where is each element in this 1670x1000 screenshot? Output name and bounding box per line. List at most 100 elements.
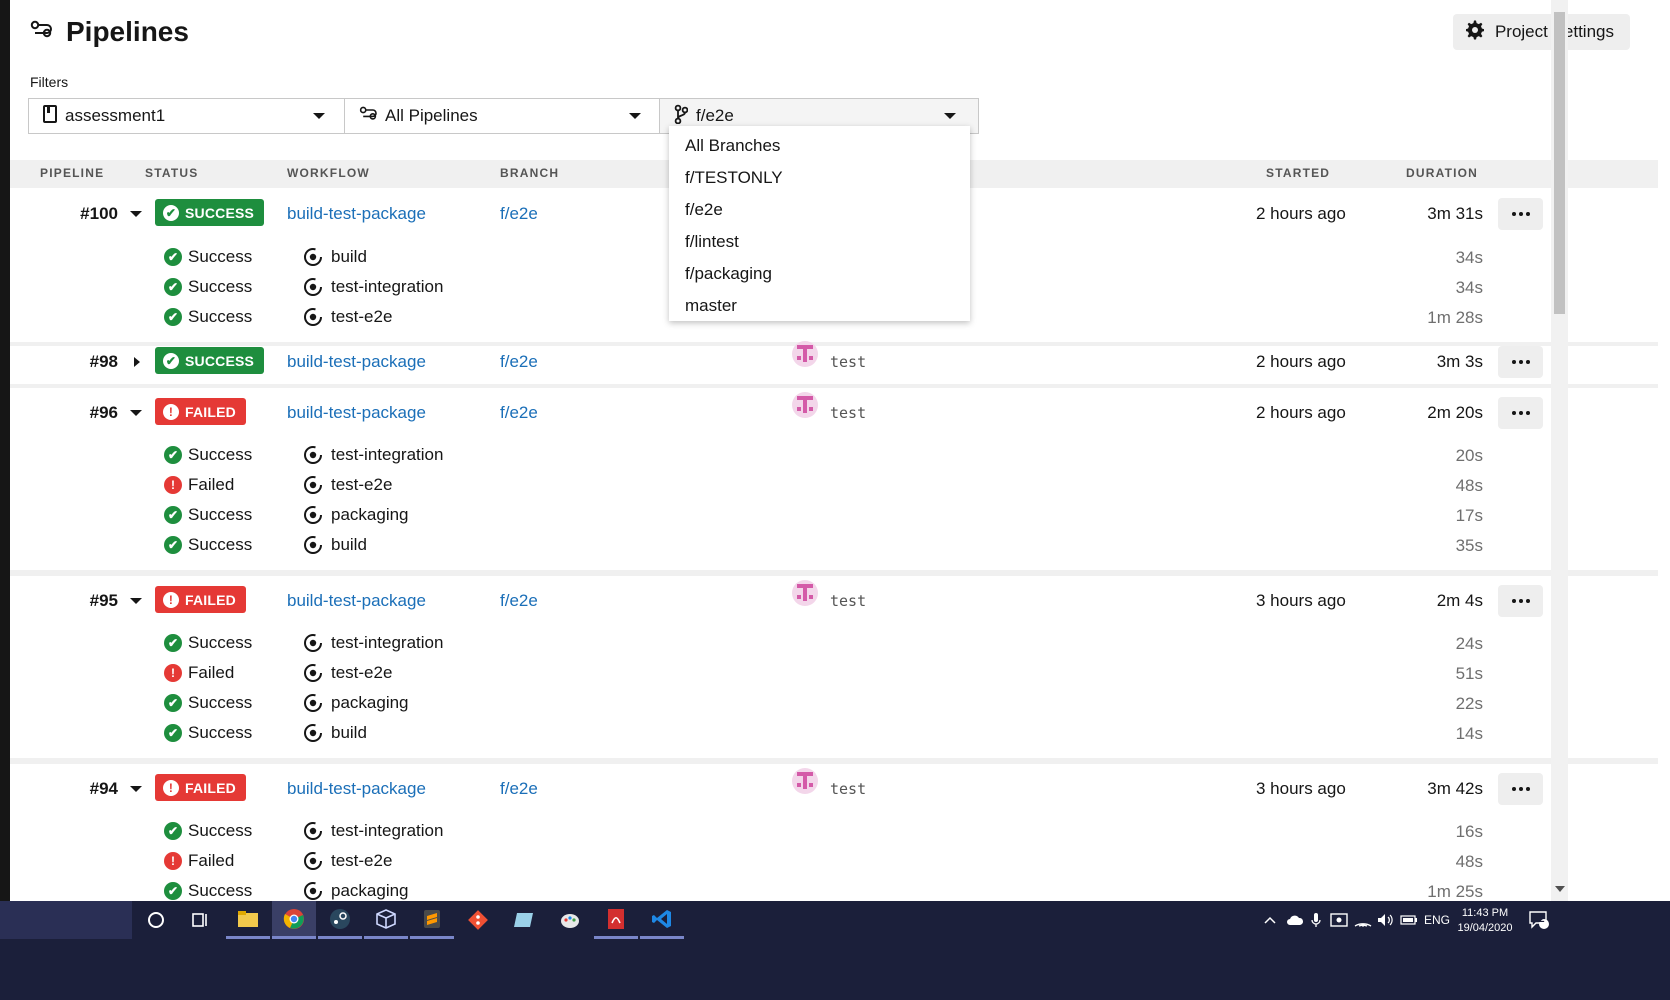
branch-option[interactable]: f/TESTONLY [685, 168, 783, 188]
job-status: ✔ Success [164, 821, 252, 841]
file-explorer-icon[interactable] [226, 901, 270, 939]
more-actions-button[interactable] [1498, 773, 1543, 805]
notes-icon[interactable] [502, 901, 546, 939]
chevron-down-icon[interactable] [130, 410, 142, 416]
sublime-icon[interactable] [410, 901, 454, 939]
workflow-link[interactable]: build-test-package [287, 779, 426, 799]
more-actions-button[interactable] [1498, 346, 1543, 378]
duration-value: 3m 31s [1427, 204, 1483, 223]
pipeline-row[interactable]: #94 ! FAILED build-test-package f/e2e te… [10, 768, 1658, 806]
chevron-down-icon[interactable] [130, 786, 142, 792]
job-row[interactable]: ✔ Success build 35s [10, 531, 1658, 563]
branch-link[interactable]: f/e2e [500, 779, 538, 799]
security-icon[interactable] [1330, 901, 1348, 939]
chevron-down-icon[interactable] [130, 211, 142, 217]
pipeline-row[interactable]: #95 ! FAILED build-test-package f/e2e te… [10, 580, 1658, 618]
job-row[interactable]: ✔ Success packaging 17s [10, 501, 1658, 533]
battery-icon[interactable] [1400, 901, 1418, 939]
alert-circle-icon: ! [163, 591, 179, 608]
check-circle-icon: ✔ [164, 506, 182, 524]
job-row[interactable]: ✔ Success test-integration 24s [10, 629, 1658, 661]
microphone-icon[interactable] [1310, 901, 1322, 939]
workflow-link[interactable]: build-test-package [287, 352, 426, 372]
branch-link[interactable]: f/e2e [500, 591, 538, 611]
scroll-down-arrow-icon[interactable] [1555, 886, 1565, 892]
branch-link[interactable]: f/e2e [500, 352, 538, 372]
job-name: test-e2e [303, 851, 392, 871]
steam-icon[interactable] [318, 901, 362, 939]
job-icon [304, 634, 322, 652]
job-row[interactable]: ✔ Success packaging 22s [10, 689, 1658, 721]
job-duration: 35s [1455, 536, 1483, 555]
chrome-icon[interactable] [272, 901, 316, 939]
job-name: build [303, 247, 367, 267]
job-icon [304, 724, 322, 742]
branch-option[interactable]: f/e2e [685, 200, 723, 220]
check-circle-icon: ✔ [164, 724, 182, 742]
duration-value: 2m 4s [1436, 591, 1483, 610]
scrollbar-thumb[interactable] [1554, 12, 1565, 314]
project-filter-select[interactable]: assessment1 [28, 98, 348, 134]
job-duration: 22s [1455, 694, 1483, 713]
search-icon[interactable] [134, 901, 178, 939]
branch-link[interactable]: f/e2e [500, 403, 538, 423]
pipeline-number: #98 [89, 352, 118, 371]
wifi-icon[interactable] [1354, 901, 1372, 939]
job-row[interactable]: ✔ Success test-integration 20s [10, 441, 1658, 473]
branch-link[interactable]: f/e2e [500, 204, 538, 224]
pipeline-group: #95 ! FAILED build-test-package f/e2e te… [10, 576, 1658, 758]
project-settings-button[interactable]: Project Settings [1452, 14, 1630, 50]
job-row[interactable]: ! Failed test-e2e 51s [10, 659, 1658, 691]
virtualbox-icon[interactable] [364, 901, 408, 939]
workflow-link[interactable]: build-test-package [287, 403, 426, 423]
job-status: ✔ Success [164, 881, 252, 901]
job-status: ✔ Success [164, 247, 252, 267]
more-actions-button[interactable] [1498, 585, 1543, 617]
pipeline-group: #98 ✔ SUCCESS build-test-package f/e2e t… [10, 341, 1658, 384]
job-row[interactable]: ✔ Success build 14s [10, 719, 1658, 751]
show-hidden-icons-icon[interactable] [1264, 901, 1276, 939]
job-row[interactable]: ✔ Success test-integration 16s [10, 817, 1658, 849]
job-row[interactable]: ! Failed test-e2e 48s [10, 847, 1658, 879]
more-actions-button[interactable] [1498, 397, 1543, 429]
pipeline-group: #96 ! FAILED build-test-package f/e2e te… [10, 388, 1658, 570]
more-actions-button[interactable] [1498, 198, 1543, 230]
job-duration: 34s [1455, 248, 1483, 267]
commit-user: test [830, 353, 867, 371]
onedrive-cloud-icon[interactable] [1286, 901, 1304, 939]
pipeline-row[interactable]: #98 ✔ SUCCESS build-test-package f/e2e t… [10, 341, 1658, 379]
workflow-link[interactable]: build-test-package [287, 591, 426, 611]
branch-option[interactable]: f/packaging [685, 264, 772, 284]
job-icon [304, 852, 322, 870]
volume-icon[interactable] [1376, 901, 1394, 939]
pipeline-number: #100 [80, 204, 118, 223]
branch-option[interactable]: master [685, 296, 737, 316]
acrobat-icon[interactable] [594, 901, 638, 939]
pipeline-number: #96 [89, 403, 118, 422]
job-row[interactable]: ! Failed test-e2e 48s [10, 471, 1658, 503]
notifications-icon[interactable]: 2 [1528, 901, 1550, 939]
job-status: ✔ Success [164, 277, 252, 297]
started-time: 3 hours ago [1256, 779, 1346, 798]
branch-option[interactable]: All Branches [685, 136, 780, 156]
task-view-icon[interactable] [178, 901, 222, 939]
chevron-right-icon[interactable] [134, 357, 140, 367]
job-status: ✔ Success [164, 505, 252, 525]
job-status: ✔ Success [164, 633, 252, 653]
pipeline-filter-value: All Pipelines [385, 106, 478, 125]
vertical-scrollbar[interactable] [1551, 0, 1568, 901]
taskbar-clock[interactable]: 11:43 PM 19/04/2020 [1450, 906, 1520, 936]
col-header-started: STARTED [1266, 166, 1331, 180]
chevron-down-icon[interactable] [130, 598, 142, 604]
pipeline-filter-select[interactable]: All Pipelines [344, 98, 664, 134]
vscode-icon[interactable] [640, 901, 684, 939]
language-indicator[interactable]: ENG [1424, 901, 1450, 939]
pipeline-row[interactable]: #96 ! FAILED build-test-package f/e2e te… [10, 392, 1658, 430]
branch-option[interactable]: f/lintest [685, 232, 739, 252]
check-circle-icon: ✔ [164, 822, 182, 840]
workflow-link[interactable]: build-test-package [287, 204, 426, 224]
git-icon[interactable] [456, 901, 500, 939]
paint-icon[interactable] [548, 901, 592, 939]
commit-user: test [830, 592, 867, 610]
status-badge: ! FAILED [155, 398, 246, 425]
